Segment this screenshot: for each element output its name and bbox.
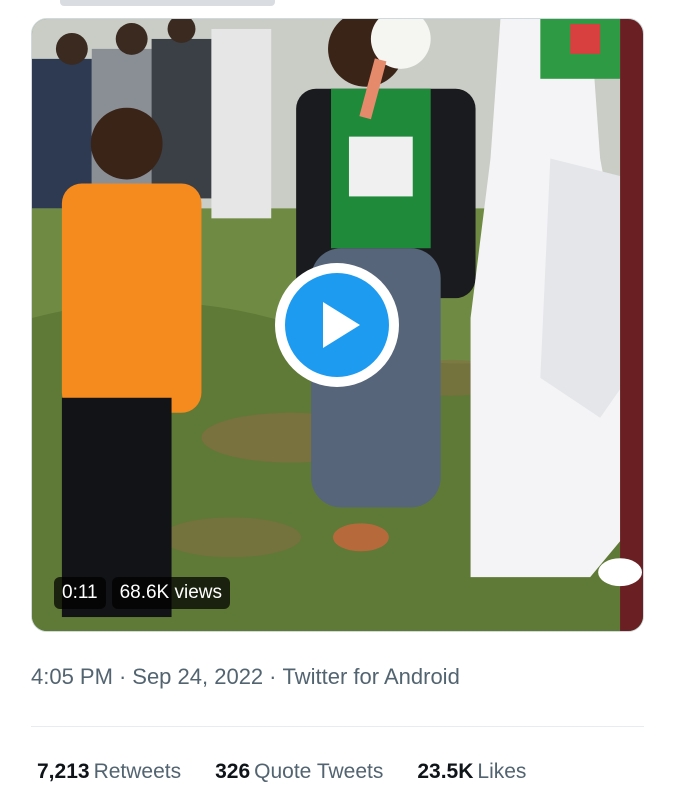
quote-tweets-label: Quote Tweets	[254, 760, 384, 783]
divider	[31, 726, 644, 727]
play-icon	[323, 302, 360, 348]
retweets-label: Retweets	[93, 760, 182, 783]
likes-stat[interactable]: 23.5K Likes	[417, 760, 526, 784]
video-player[interactable]: 0:11 68.6K views	[31, 18, 644, 632]
tweet-timestamp: 4:05 PM · Sep 24, 2022 · Twitter for Android	[31, 664, 460, 690]
likes-count: 23.5K	[417, 760, 474, 783]
separator-dot: ·	[269, 664, 277, 689]
tweet-date[interactable]: Sep 24, 2022	[132, 664, 263, 689]
tweet-stats: 7,213 Retweets 326 Quote Tweets 23.5K Likes	[37, 760, 526, 784]
video-views: 68.6K views	[111, 577, 231, 609]
quote-tweets-count: 326	[215, 760, 251, 783]
tweet-time[interactable]: 4:05 PM	[31, 664, 113, 689]
likes-label: Likes	[477, 760, 527, 783]
video-meta: 0:11 68.6K views	[54, 577, 231, 609]
quote-tweets-stat[interactable]: 326 Quote Tweets	[215, 760, 383, 784]
play-button-circle	[285, 273, 389, 377]
tweet-source[interactable]: Twitter for Android	[283, 664, 460, 689]
previous-content-edge	[60, 0, 275, 6]
retweets-count: 7,213	[37, 760, 90, 783]
play-button[interactable]	[275, 263, 399, 387]
separator-dot: ·	[118, 664, 127, 689]
video-duration: 0:11	[54, 577, 106, 609]
retweets-stat[interactable]: 7,213 Retweets	[37, 760, 181, 784]
